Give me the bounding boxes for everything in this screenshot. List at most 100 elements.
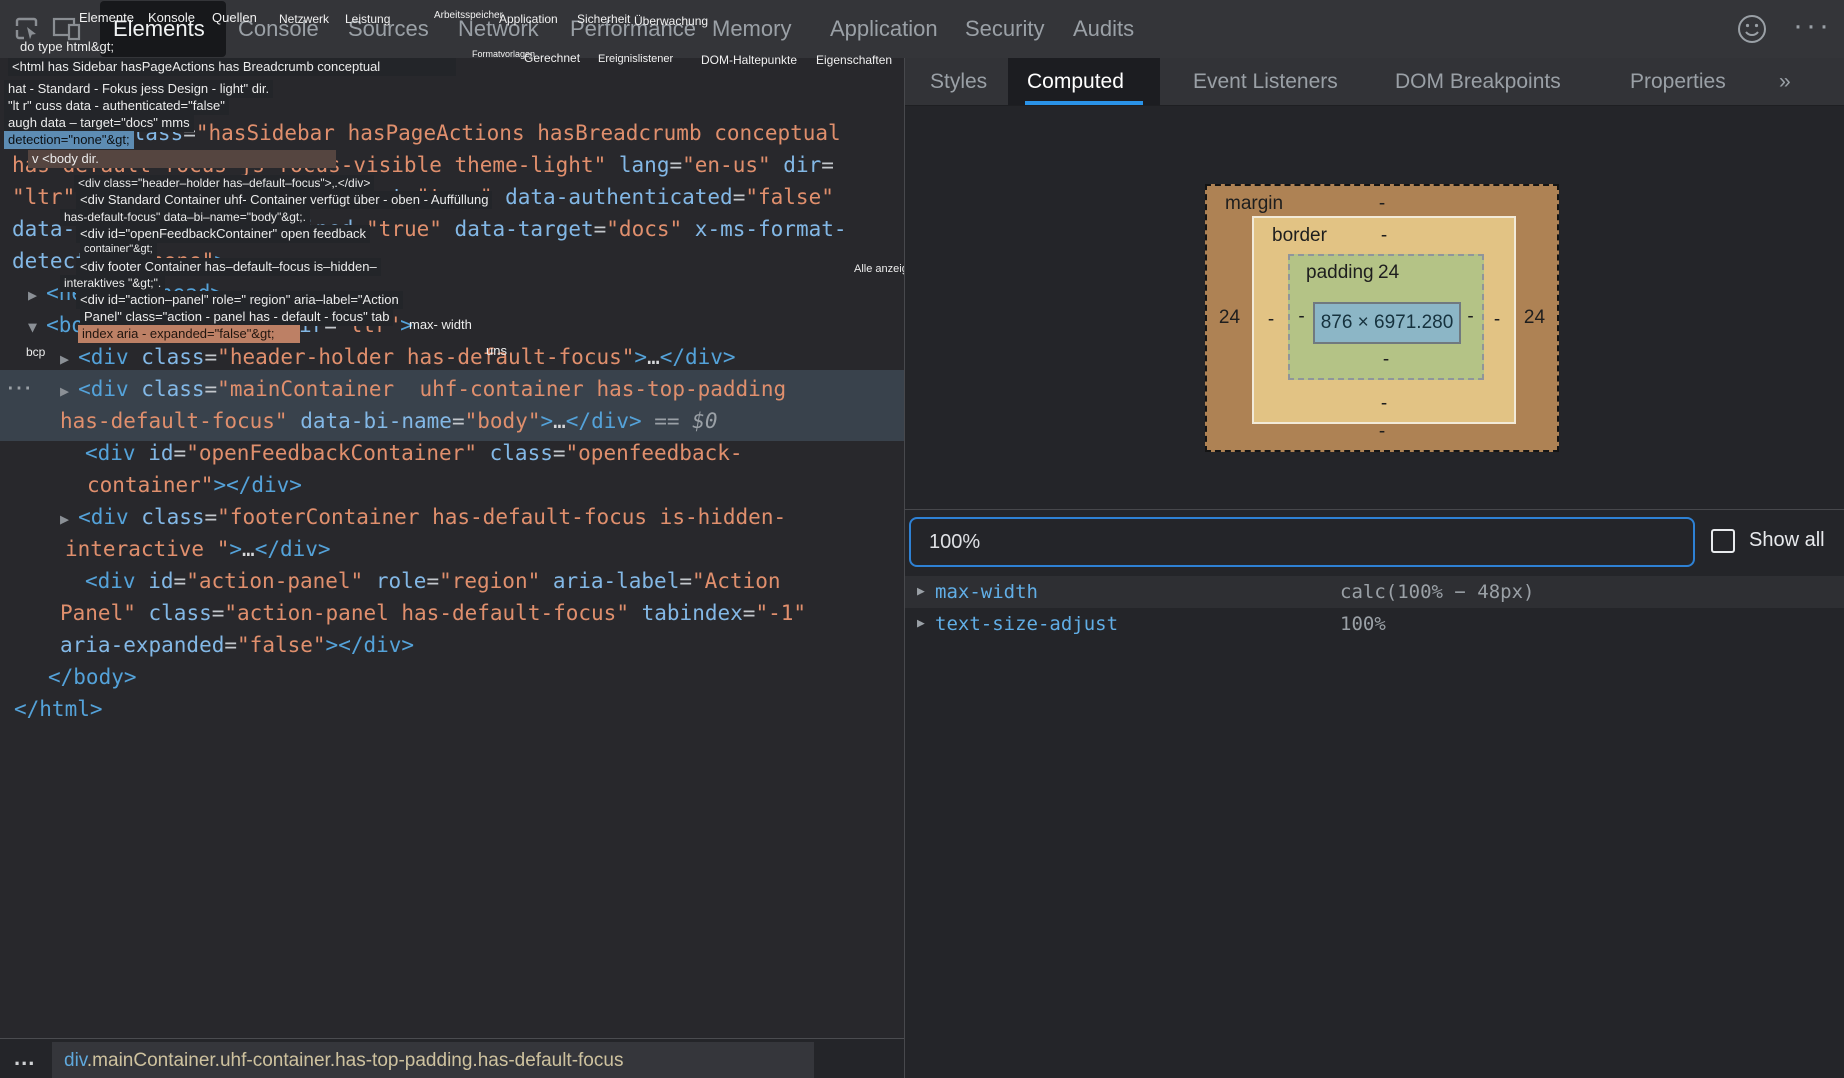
code-token: = [669, 153, 682, 177]
breadcrumb-element: div [64, 1050, 87, 1071]
breadcrumb-ellipsis[interactable]: ... [14, 1045, 35, 1071]
margin-left-value[interactable]: 24 [1207, 307, 1252, 329]
code-token [540, 569, 553, 593]
code-token: = [733, 185, 746, 209]
border-left-value[interactable]: - [1254, 309, 1288, 331]
tree-line[interactable]: Panel" class="action-panel has-default-f… [60, 600, 806, 627]
code-token: = [174, 569, 187, 593]
padding-left-value[interactable]: - [1290, 306, 1313, 328]
box-model-padding[interactable]: padding 24 - - - 876 × 6971.280 [1288, 254, 1484, 380]
computed-filter-input[interactable] [909, 517, 1695, 567]
property-value: calc(100% − 48px) [1340, 576, 1534, 608]
breadcrumb-item[interactable]: div.mainContainer.uhf-container.has-top-… [52, 1042, 814, 1078]
margin-top-value[interactable]: - [1379, 193, 1385, 215]
code-token: = [594, 217, 607, 241]
tree-line[interactable]: </html> [14, 696, 103, 723]
box-model-margin[interactable]: margin - 24 24 - border - - - - padding … [1205, 184, 1559, 452]
padding-right-value[interactable]: - [1459, 306, 1482, 328]
sidebar-tab-dom-breakpoints[interactable]: DOM Breakpoints [1395, 58, 1561, 105]
tree-line[interactable]: ▶ <div class="mainContainer uhf-containe… [60, 376, 786, 405]
sidebar-tab-styles[interactable]: Styles [930, 58, 987, 105]
computed-property-row[interactable]: ▶max-widthcalc(100% − 48px) [905, 576, 1844, 608]
translation-chip: <div Standard Container uhf- Container v… [76, 191, 492, 209]
expand-arrow-icon[interactable]: ▶ [60, 382, 78, 400]
translation-label: Gerechnet [520, 50, 584, 67]
code-token [288, 409, 301, 433]
tree-line[interactable]: aria-expanded="false"></div> [60, 632, 414, 659]
sidebar-tab-properties[interactable]: Properties [1630, 58, 1726, 105]
show-all-label: Show all [1749, 529, 1825, 552]
code-token: ></div> [213, 473, 302, 497]
code-token: </div> [255, 537, 331, 561]
toolbar-tab-memory[interactable]: Memory [712, 0, 791, 58]
box-model-border[interactable]: border - - - - padding 24 - - - 876 × 69… [1252, 216, 1516, 424]
code-token [129, 377, 142, 401]
tree-line[interactable]: <div id="openFeedbackContainer" class="o… [85, 440, 743, 467]
code-token [492, 185, 505, 209]
expand-arrow-icon[interactable]: ▶ [917, 576, 925, 608]
code-token [771, 153, 784, 177]
code-token: "action-panel" [186, 569, 363, 593]
feedback-smiley-icon[interactable] [1736, 13, 1768, 45]
sidebar-tab-»[interactable]: » [1779, 58, 1791, 105]
code-token: "action-panel has-default-focus" [224, 601, 629, 625]
code-token: "en-us" [682, 153, 771, 177]
tree-line[interactable]: class="hasSidebar hasPageActions hasBrea… [120, 120, 841, 147]
toolbar-tab-audits[interactable]: Audits [1073, 0, 1134, 58]
code-token: id [148, 569, 173, 593]
code-token: ></div> [326, 633, 415, 657]
border-bottom-value[interactable]: - [1381, 393, 1387, 415]
overflow-menu-icon[interactable]: ··· [1793, 0, 1832, 58]
padding-bottom-value[interactable]: - [1383, 349, 1389, 371]
code-token [363, 569, 376, 593]
margin-right-value[interactable]: 24 [1512, 307, 1557, 329]
code-token: … [242, 537, 255, 561]
translation-label: DOM-Haltepunkte [697, 52, 801, 69]
border-right-value[interactable]: - [1480, 309, 1514, 331]
code-token: … [553, 409, 566, 433]
sidebar-tab-computed[interactable]: Computed [1027, 58, 1124, 105]
expand-arrow-icon[interactable]: ▶ [917, 608, 925, 640]
box-model: margin - 24 24 - border - - - - padding … [1205, 184, 1559, 452]
translation-label: Application [495, 11, 562, 28]
code-token [129, 345, 142, 369]
expand-arrow-icon[interactable]: ▶ [60, 510, 78, 528]
tree-line[interactable]: interactive ">…</div> [65, 536, 331, 563]
expand-arrow-icon[interactable]: ▼ [28, 318, 46, 336]
code-token: interactive " [65, 537, 229, 561]
code-token: class [141, 345, 204, 369]
toolbar-tab-application[interactable]: Application [830, 0, 938, 58]
translation-chip: <div id="openFeedbackContainer" open fee… [76, 225, 370, 243]
code-token: "Action [692, 569, 781, 593]
code-token: class [141, 505, 204, 529]
tree-line[interactable]: ▶ <div class="header-holder has-default-… [60, 344, 736, 373]
toolbar-tab-security[interactable]: Security [965, 0, 1044, 58]
show-all-checkbox[interactable] [1711, 529, 1735, 553]
code-token: has-default-focus" [60, 409, 288, 433]
code-token [129, 505, 142, 529]
toolbar-tab-sources[interactable]: Sources [348, 0, 429, 58]
border-top-value[interactable]: - [1381, 225, 1387, 247]
tree-line[interactable]: ▶ <div class="footerContainer has-defaul… [60, 504, 786, 533]
computed-property-row[interactable]: ▶text-size-adjust100% [905, 608, 1844, 640]
sidebar-tab-event-listeners[interactable]: Event Listeners [1193, 58, 1338, 105]
translation-label: Eigenschaften [812, 52, 896, 69]
tree-line[interactable]: </body> [48, 664, 137, 691]
box-model-content[interactable]: 876 × 6971.280 [1313, 302, 1461, 344]
translation-chip: bcp [22, 344, 49, 361]
code-token: data-target [455, 217, 594, 241]
translation-chip: max- width [405, 316, 476, 334]
tree-line[interactable]: has-default-focus" data-bi-name="body">…… [60, 408, 718, 435]
tree-line[interactable]: container"></div> [87, 472, 302, 499]
tree-line[interactable]: <div id="action-panel" role="region" ari… [85, 568, 781, 595]
node-ellipsis-marker[interactable]: ⋯ [6, 372, 33, 403]
expand-arrow-icon[interactable]: ▶ [60, 350, 78, 368]
margin-bottom-value[interactable]: - [1379, 421, 1385, 443]
padding-top-value[interactable]: 24 [1378, 262, 1399, 284]
code-token: "mainContainer uhf-container has-top-pad… [217, 377, 786, 401]
code-token: = [426, 569, 439, 593]
styles-sidebar: Styles Computed Event Listeners DOM Breakpo… [905, 58, 1844, 1078]
expand-arrow-icon[interactable]: ▶ [28, 286, 46, 304]
code-token: </div> [660, 345, 736, 369]
breadcrumb-classes: .mainContainer.uhf-container.has-top-pad… [87, 1050, 624, 1071]
